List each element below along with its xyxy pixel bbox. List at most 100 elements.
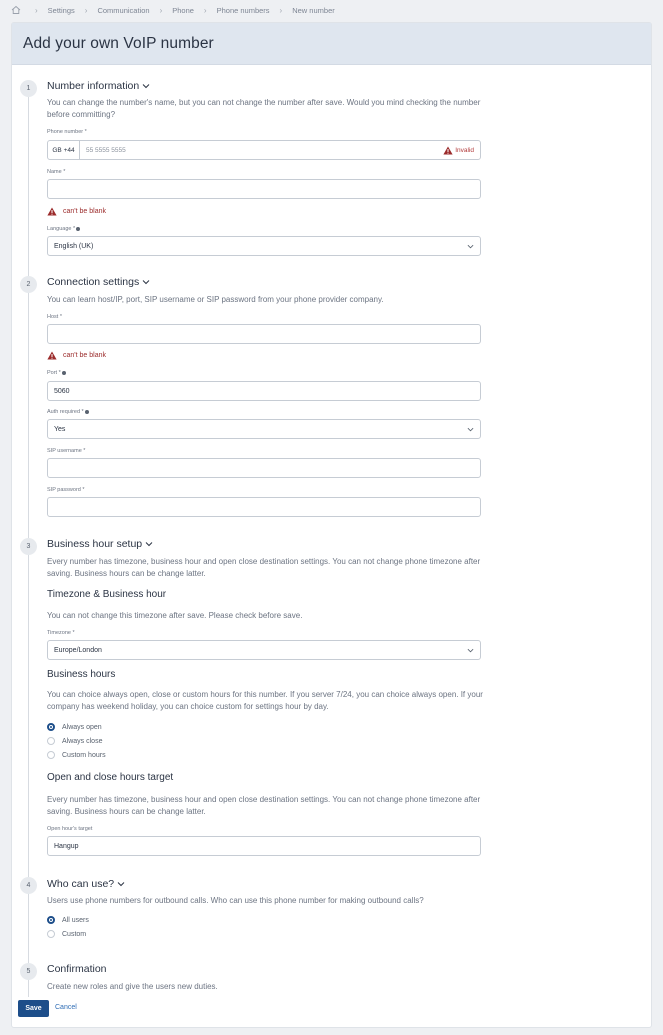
timezone-value: Europe/London [54,646,102,654]
timezone-select[interactable]: Europe/London [47,640,481,660]
radio-dot [47,723,55,731]
sip-password-input[interactable] [47,497,481,517]
radio-always-open[interactable]: Always open [47,723,102,731]
breadcrumb-separator: › [84,5,88,15]
section-business-hour-setup[interactable]: Business hour setup [47,538,153,550]
home-icon[interactable] [11,5,21,15]
chevron-down-icon [467,648,474,653]
info-icon [61,370,66,375]
breadcrumb: › Settings › Communication › Phone › Pho… [11,4,335,16]
section-title: Number information [47,80,140,92]
section-confirmation: Confirmation [47,963,107,975]
breadcrumb-communication[interactable]: Communication [97,6,149,15]
country-code-select[interactable]: GB +44 [48,141,80,159]
language-select[interactable]: English (UK) [47,236,481,256]
radio-dot [47,916,55,924]
info-icon [76,226,81,231]
radio-label: Custom hours [62,751,106,759]
radio-custom[interactable]: Custom [47,930,86,938]
timezone-description: You can not change this timezone after s… [47,611,303,620]
section-connection-settings[interactable]: Connection settings [47,276,150,288]
invalid-indicator: Invalid [443,146,474,155]
form-card: Add your own VoIP number 1 Number inform… [11,22,652,1028]
radio-label: All users [62,916,89,924]
section-title: Connection settings [47,276,140,288]
page-title: Add your own VoIP number [23,35,214,52]
radio-all-users[interactable]: All users [47,916,89,924]
port-label: Port * [47,370,66,376]
host-label: Host * [47,314,62,320]
sip-password-label: SIP password * [47,487,85,493]
section-who-can-use[interactable]: Who can use? [47,878,125,890]
open-hours-target-label: Open hour's target [47,826,93,832]
radio-dot [47,930,55,938]
chevron-down-icon [117,882,125,887]
phone-number-field: GB +44 55 5555 5555 Invalid [47,140,481,160]
info-icon [84,409,89,414]
chevron-down-icon [142,84,150,89]
section-description: Create new roles and give the users new … [47,982,218,991]
warning-icon [47,351,57,360]
name-input[interactable] [47,179,481,199]
breadcrumb-separator: › [35,5,38,15]
breadcrumb-current: New number [292,5,335,15]
timezone-title: Timezone & Business hour [47,589,167,600]
breadcrumb-phone-numbers[interactable]: Phone numbers [217,6,270,15]
chevron-down-icon [145,542,153,547]
business-hours-description: You can choice always open, close or cus… [47,690,483,711]
card-header: Add your own VoIP number [12,23,651,65]
section-number-information[interactable]: Number information [47,80,150,92]
radio-dot [47,751,55,759]
host-error: can't be blank [47,351,106,360]
breadcrumb-separator: › [203,5,207,15]
port-input[interactable]: 5060 [47,381,481,401]
invalid-text: Invalid [455,146,474,154]
step-number-3: 3 [20,538,37,555]
section-title: Confirmation [47,963,107,975]
chevron-down-icon [142,280,150,285]
open-close-target-title: Open and close hours target [47,772,174,783]
phone-number-label: Phone number * [47,129,87,135]
chevron-down-icon [467,244,474,249]
timezone-label: Timezone * [47,630,75,636]
chevron-down-icon [467,427,474,432]
cancel-button[interactable]: Cancel [55,1004,77,1011]
breadcrumb-separator: › [159,5,163,15]
radio-custom-hours[interactable]: Custom hours [47,751,106,759]
warning-icon [47,207,57,216]
save-button[interactable]: Save [18,1000,49,1017]
radio-always-close[interactable]: Always close [47,737,102,745]
auth-required-label: Auth required * [47,409,89,415]
error-text: can't be blank [63,208,106,215]
section-description: Every number has timezone, business hour… [47,557,481,578]
step-number-1: 1 [20,80,37,97]
section-description: Users use phone numbers for outbound cal… [47,896,424,905]
open-hours-target-input[interactable]: Hangup [47,836,481,856]
error-text: can't be blank [63,352,106,359]
radio-label: Custom [62,930,87,938]
name-error: can't be blank [47,207,106,216]
section-title: Who can use? [47,878,115,890]
auth-required-select[interactable]: Yes [47,419,481,439]
phone-number-input[interactable]: 55 5555 5555 [80,147,443,154]
breadcrumb-phone[interactable]: Phone [172,6,194,15]
section-description: You can change the number's name, but yo… [47,98,481,119]
open-close-target-description: Every number has timezone, business hour… [47,795,481,816]
sip-username-label: SIP username * [47,448,86,454]
language-value: English (UK) [54,242,94,250]
breadcrumb-separator: › [279,5,283,15]
sip-username-input[interactable] [47,458,481,478]
step-number-2: 2 [20,276,37,293]
host-input[interactable] [47,324,481,344]
name-label: Name * [47,169,66,175]
warning-icon [443,146,453,154]
step-number-4: 4 [20,877,37,894]
auth-required-value: Yes [54,425,66,433]
breadcrumb-settings[interactable]: Settings [48,6,75,15]
section-title: Business hour setup [47,538,143,550]
language-label: Language * [47,226,81,232]
step-number-5: 5 [20,963,37,980]
radio-label: Always close [62,737,103,745]
business-hours-title: Business hours [47,669,116,680]
section-description: You can learn host/IP, port, SIP usernam… [47,295,384,304]
